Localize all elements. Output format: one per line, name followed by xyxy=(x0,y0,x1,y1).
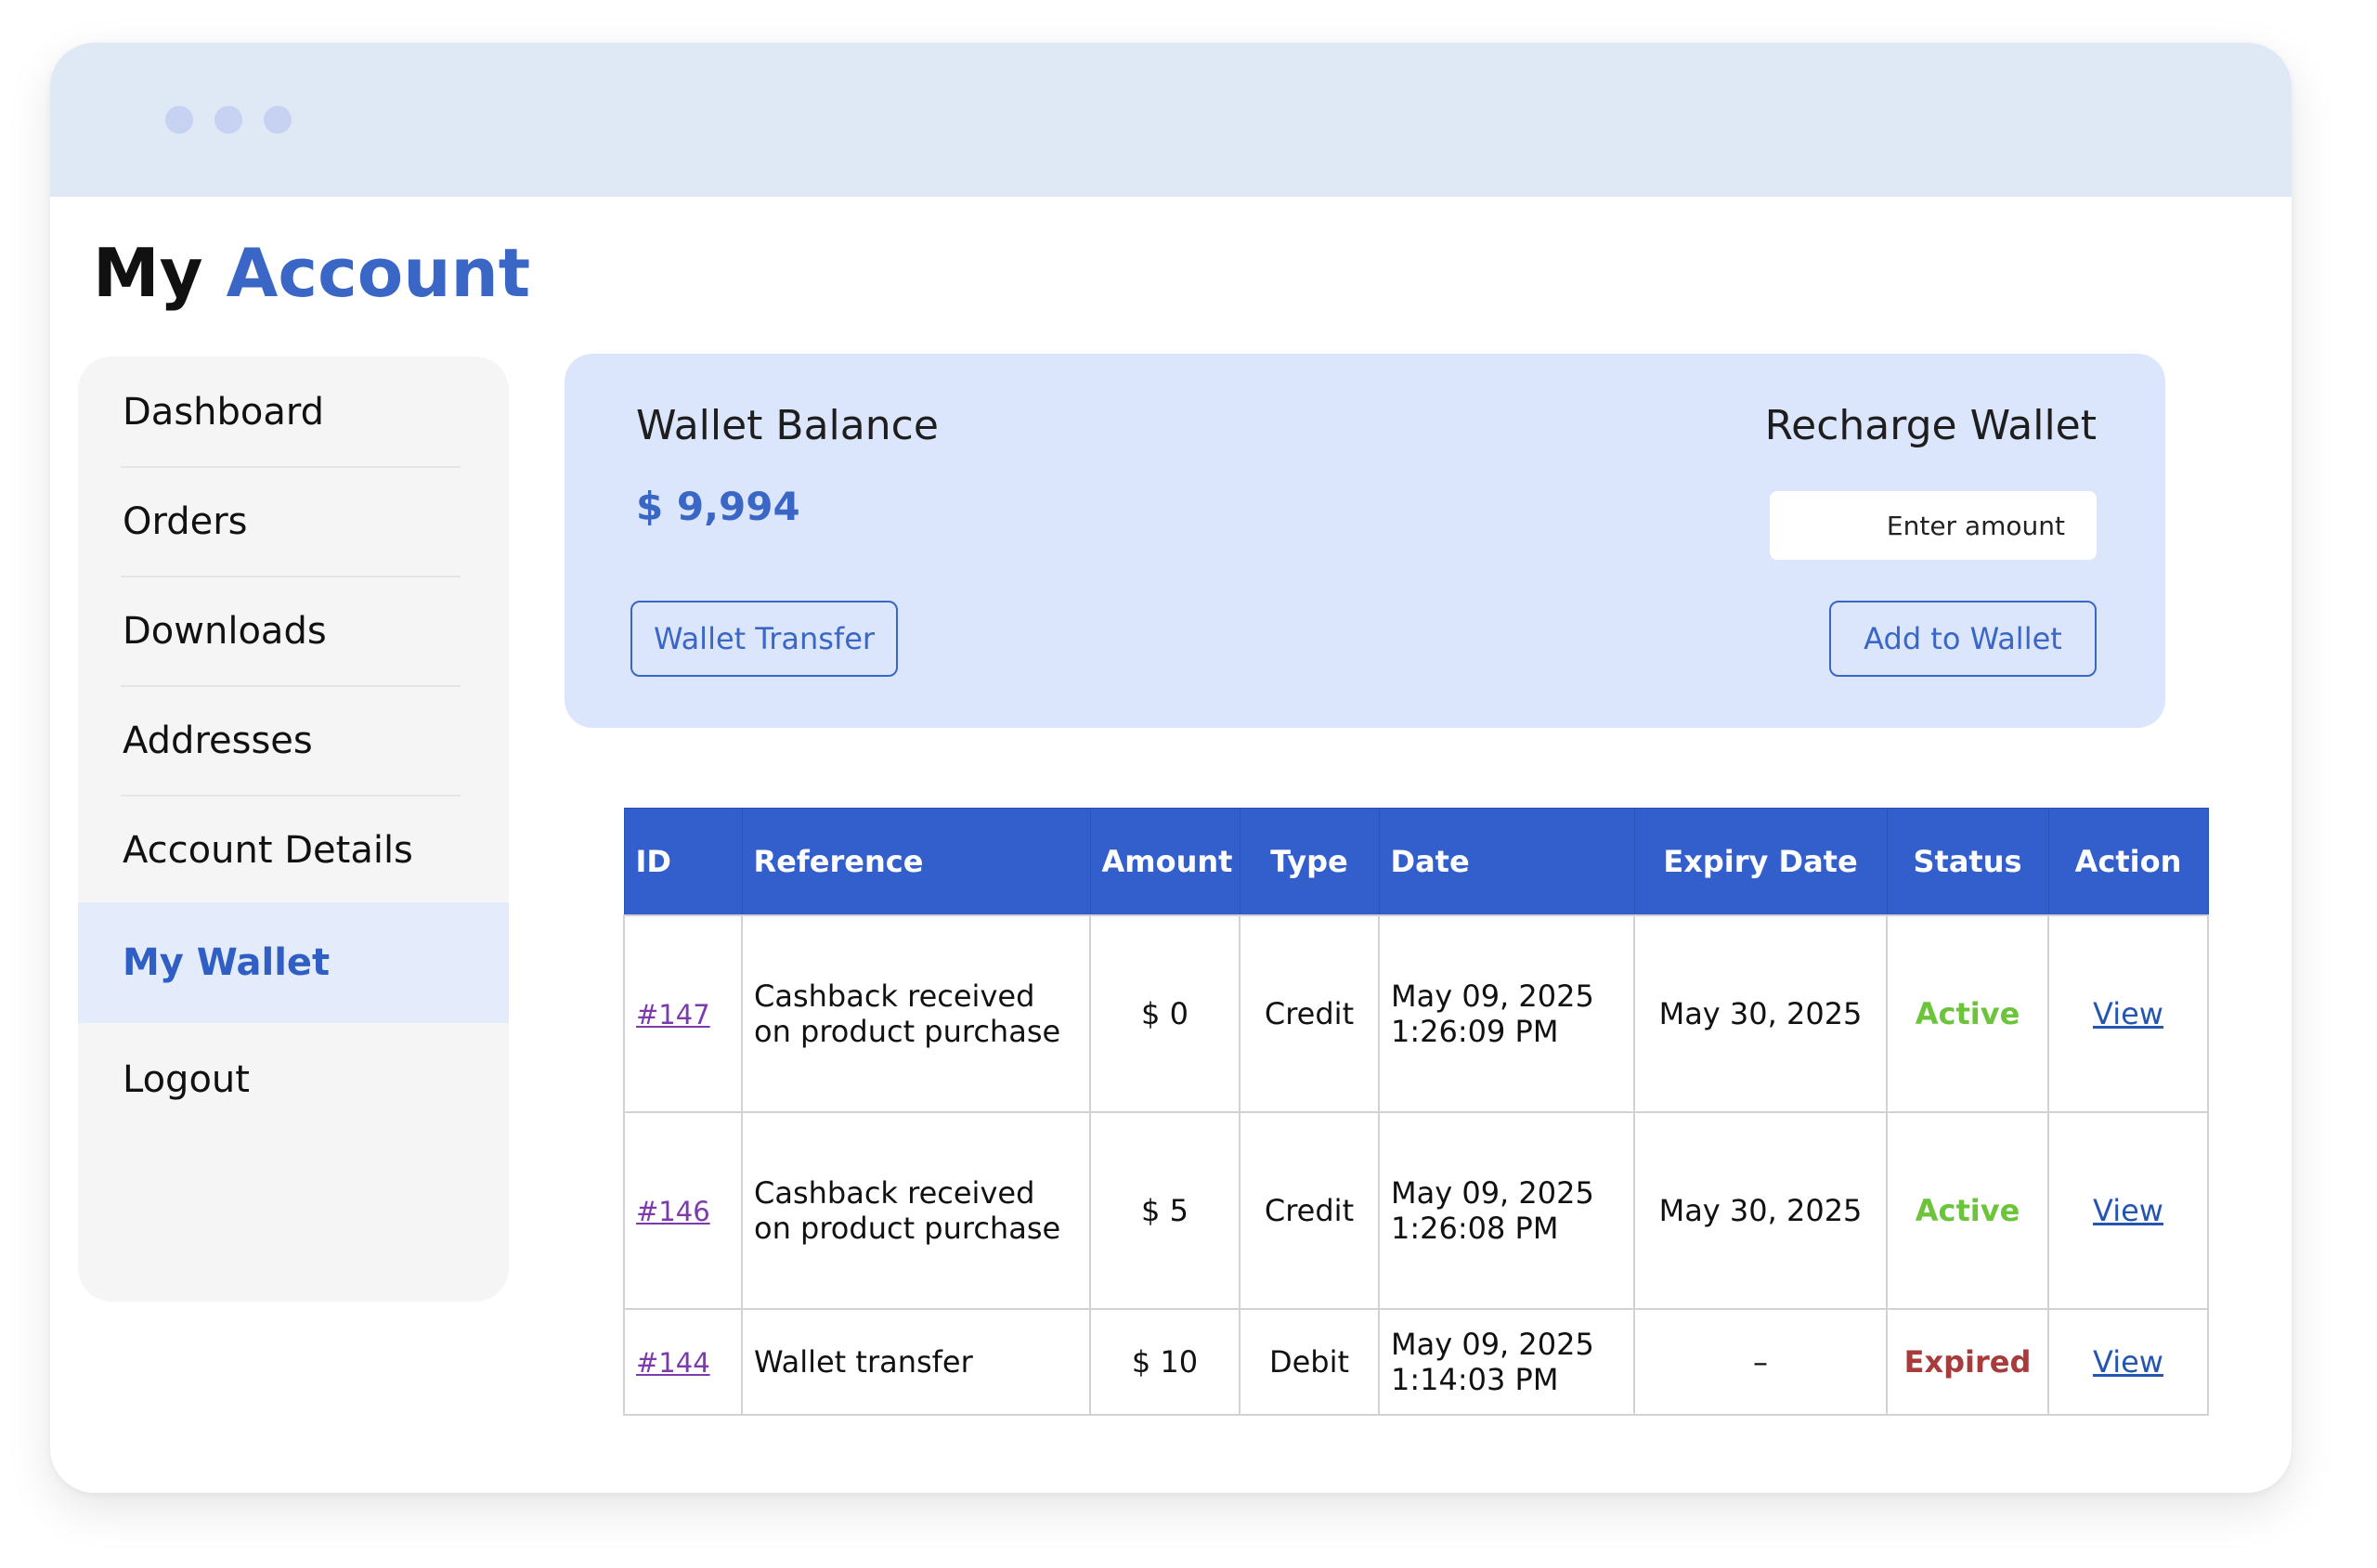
cell-amount: $ 10 xyxy=(1089,1308,1240,1416)
wallet-transfer-button[interactable]: Wallet Transfer xyxy=(630,601,898,677)
wallet-card: Wallet Balance $ 9,994 Recharge Wallet W… xyxy=(565,354,2165,728)
recharge-wallet-label: Recharge Wallet xyxy=(1764,402,2097,449)
status-badge: Active xyxy=(1915,996,2020,1031)
table-row: #144 Wallet transfer $ 10 Debit May 09, … xyxy=(623,1308,2209,1416)
date-line-1: May 09, 2025 xyxy=(1391,1175,1594,1211)
column-header-date: Date xyxy=(1378,808,1635,916)
column-header-id: ID xyxy=(623,808,743,916)
wallet-transactions-table: ID Reference Amount Type Date Expiry Dat… xyxy=(623,808,2209,1416)
sidebar-item-addresses[interactable]: Addresses xyxy=(78,686,509,796)
transaction-id-link[interactable]: #147 xyxy=(636,999,710,1030)
cell-id: #147 xyxy=(623,914,743,1113)
cell-type: Credit xyxy=(1239,914,1380,1113)
cell-action: View xyxy=(2047,914,2209,1113)
cell-expiry-date: May 30, 2025 xyxy=(1633,1111,1888,1310)
sidebar-item-dashboard[interactable]: Dashboard xyxy=(78,357,509,467)
column-header-reference: Reference xyxy=(741,808,1091,916)
transaction-id-link[interactable]: #144 xyxy=(636,1347,710,1379)
wallet-balance-label: Wallet Balance xyxy=(636,402,939,449)
reference-line-1: Cashback received xyxy=(754,1175,1035,1211)
cell-status: Active xyxy=(1886,914,2049,1113)
reference-line-1: Cashback received xyxy=(754,978,1035,1014)
column-header-amount: Amount xyxy=(1089,808,1240,916)
table-row: #146 Cashback received on product purchas… xyxy=(623,1111,2209,1310)
status-badge: Expired xyxy=(1903,1344,2032,1380)
column-header-expiry-date: Expiry Date xyxy=(1633,808,1888,916)
window-dot-3 xyxy=(264,106,292,134)
page-title: My Account xyxy=(93,240,530,306)
cell-date: May 09, 2025 1:26:08 PM xyxy=(1378,1111,1635,1310)
page-title-main: My xyxy=(93,234,203,312)
cell-date: May 09, 2025 1:14:03 PM xyxy=(1378,1308,1635,1416)
transaction-id-link[interactable]: #146 xyxy=(636,1196,710,1227)
cell-expiry-date: – xyxy=(1633,1308,1888,1416)
cell-date: May 09, 2025 1:26:09 PM xyxy=(1378,914,1635,1113)
sidebar-item-my-wallet[interactable]: My Wallet xyxy=(78,902,509,1023)
cell-action: View xyxy=(2047,1111,2209,1310)
cell-status: Expired xyxy=(1886,1308,2049,1416)
cell-reference: Cashback received on product purchase xyxy=(741,1111,1091,1310)
cell-expiry-date: May 30, 2025 xyxy=(1633,914,1888,1113)
cell-id: #144 xyxy=(623,1308,743,1416)
view-link[interactable]: View xyxy=(2093,1344,2163,1380)
table-row: #147 Cashback received on product purchas… xyxy=(623,914,2209,1113)
date-line-1: May 09, 2025 xyxy=(1391,978,1594,1014)
sidebar-item-orders[interactable]: Orders xyxy=(78,467,509,577)
view-link[interactable]: View xyxy=(2093,996,2163,1031)
window-dot-2 xyxy=(214,106,242,134)
column-header-action: Action xyxy=(2047,808,2209,916)
cell-type: Credit xyxy=(1239,1111,1380,1310)
sidebar-item-downloads[interactable]: Downloads xyxy=(78,577,509,686)
cell-reference: Wallet transfer xyxy=(741,1308,1091,1416)
account-sidebar: Dashboard Orders Downloads Addresses Acc… xyxy=(78,356,509,1302)
recharge-amount-input[interactable] xyxy=(1770,491,2097,560)
page-title-accent: Account xyxy=(226,234,531,312)
date-line-2: 1:26:09 PM xyxy=(1391,1014,1559,1049)
date-line-1: May 09, 2025 xyxy=(1391,1327,1594,1362)
cell-status: Active xyxy=(1886,1111,2049,1310)
cell-reference: Cashback received on product purchase xyxy=(741,914,1091,1113)
add-to-wallet-button[interactable]: Add to Wallet xyxy=(1829,601,2097,677)
cell-id: #146 xyxy=(623,1111,743,1310)
cell-type: Debit xyxy=(1239,1308,1380,1416)
sidebar-item-account-details[interactable]: Account Details xyxy=(78,796,509,905)
column-header-type: Type xyxy=(1239,808,1380,916)
window-dot-1 xyxy=(165,106,193,134)
cell-amount: $ 5 xyxy=(1089,1111,1240,1310)
cell-action: View xyxy=(2047,1308,2209,1416)
status-badge: Active xyxy=(1915,1193,2020,1228)
reference-line-2: on product purchase xyxy=(754,1014,1061,1049)
wallet-balance-value: $ 9,994 xyxy=(636,484,800,529)
date-line-2: 1:26:08 PM xyxy=(1391,1211,1559,1246)
table-header-row: ID Reference Amount Type Date Expiry Dat… xyxy=(623,808,2209,916)
date-line-2: 1:14:03 PM xyxy=(1391,1362,1559,1397)
view-link[interactable]: View xyxy=(2093,1193,2163,1228)
window-titlebar xyxy=(50,43,2292,197)
column-header-status: Status xyxy=(1886,808,2049,916)
sidebar-item-logout[interactable]: Logout xyxy=(78,1025,509,1134)
cell-amount: $ 0 xyxy=(1089,914,1240,1113)
reference-line-2: on product purchase xyxy=(754,1211,1061,1246)
